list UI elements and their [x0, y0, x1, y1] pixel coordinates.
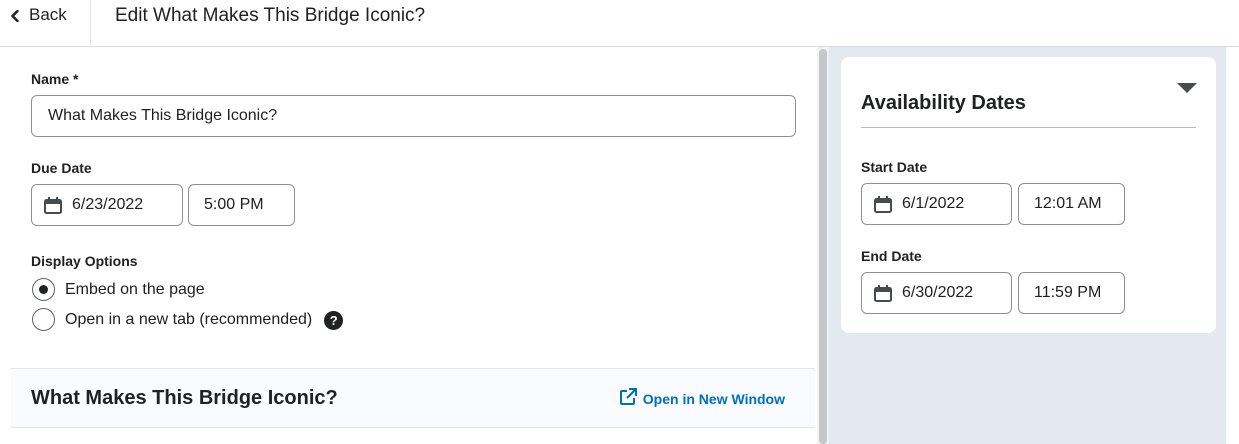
divider — [861, 127, 1196, 128]
display-option-embed[interactable]: Embed on the page — [32, 278, 205, 301]
start-date-label: Start Date — [861, 159, 928, 175]
start-date-input[interactable]: 6/1/2022 — [861, 183, 1012, 225]
page-edge — [1226, 47, 1239, 444]
calendar-icon — [874, 195, 892, 213]
display-options-label: Display Options — [31, 253, 138, 269]
start-time-input[interactable]: 12:01 AM — [1018, 183, 1125, 225]
new-tab-label: Open in a new tab (recommended) — [65, 310, 313, 328]
due-time-input[interactable]: 5:00 PM — [188, 184, 295, 226]
open-in-new-window-label: Open in New Window — [642, 390, 785, 407]
name-input-value: What Makes This Bridge Iconic? — [48, 107, 278, 124]
side-panel: Availability Dates Start Date 6/1/2022 1… — [829, 47, 1226, 444]
start-date-value: 6/1/2022 — [902, 195, 965, 212]
back-button[interactable]: Back — [0, 0, 91, 46]
external-link-icon — [619, 388, 643, 409]
open-in-new-window-link[interactable]: Open in New Window — [619, 388, 785, 409]
due-date-input[interactable]: 6/23/2022 — [31, 184, 183, 226]
calendar-icon — [874, 284, 892, 302]
end-time-input[interactable]: 11:59 PM — [1018, 272, 1125, 314]
name-label: Name * — [31, 71, 79, 87]
end-date-label: End Date — [861, 248, 922, 264]
embed-radio[interactable] — [32, 278, 55, 301]
preview-title: What Makes This Bridge Iconic? — [31, 387, 338, 409]
end-date-input[interactable]: 6/30/2022 — [861, 272, 1012, 314]
availability-card: Availability Dates Start Date 6/1/2022 1… — [841, 57, 1216, 333]
back-label: Back — [29, 5, 67, 24]
new-tab-radio[interactable] — [32, 308, 55, 331]
main-form: Name * What Makes This Bridge Iconic? Du… — [0, 47, 817, 444]
help-icon[interactable]: ? — [324, 311, 344, 330]
page-title: Edit What Makes This Bridge Iconic? — [115, 5, 426, 26]
preview-header: What Makes This Bridge Iconic? Open in N… — [11, 368, 815, 428]
name-input[interactable]: What Makes This Bridge Iconic? — [31, 95, 796, 137]
scrollbar[interactable] — [817, 47, 829, 444]
availability-title: Availability Dates — [861, 92, 1026, 114]
header-bar: Back Edit What Makes This Bridge Iconic? — [0, 0, 1239, 47]
embed-label: Embed on the page — [65, 280, 205, 298]
chevron-left-icon — [10, 5, 20, 27]
due-time-value: 5:00 PM — [204, 196, 264, 213]
due-date-value: 6/23/2022 — [72, 196, 144, 213]
scrollbar-thumb[interactable] — [819, 49, 827, 444]
caret-down-icon[interactable] — [1177, 83, 1197, 93]
end-time-value: 11:59 PM — [1034, 284, 1102, 301]
display-option-new-tab[interactable]: Open in a new tab (recommended) ? — [32, 308, 344, 331]
end-date-value: 6/30/2022 — [902, 284, 974, 301]
start-time-value: 12:01 AM — [1034, 195, 1102, 212]
due-date-label: Due Date — [31, 160, 92, 176]
calendar-icon — [44, 196, 62, 214]
